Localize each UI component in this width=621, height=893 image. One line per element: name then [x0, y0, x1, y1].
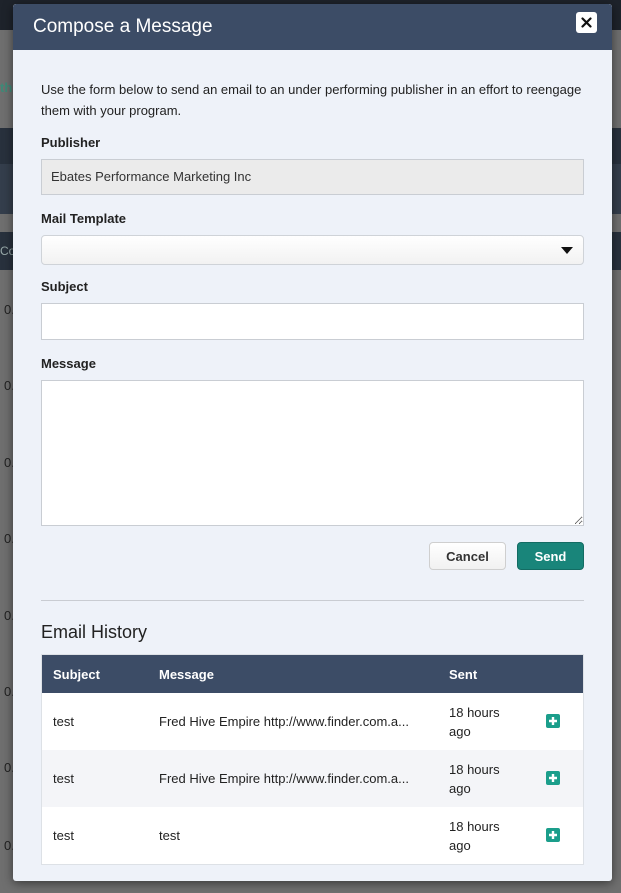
- modal-header: Compose a Message: [13, 4, 612, 50]
- email-history-title: Email History: [41, 622, 148, 642]
- row-subject: test: [41, 750, 148, 807]
- subject-label: Subject: [41, 279, 88, 294]
- row-sent: 18 hours ago: [438, 807, 535, 865]
- row-actions: [535, 750, 584, 807]
- column-header-sent: Sent: [438, 654, 535, 693]
- subject-input[interactable]: [41, 303, 584, 340]
- row-actions: [535, 693, 584, 750]
- row-message-text: Fred Hive Empire http://www.finder.com.a…: [159, 771, 409, 786]
- plus-icon[interactable]: [546, 771, 560, 785]
- publisher-field: Ebates Performance Marketing Inc: [41, 159, 584, 195]
- row-message-text: Fred Hive Empire http://www.finder.com.a…: [159, 714, 409, 729]
- column-header-subject: Subject: [41, 654, 148, 693]
- compose-message-modal: Compose a Message Use the form below to …: [13, 4, 612, 881]
- mail-template-label: Mail Template: [41, 211, 127, 226]
- message-textarea[interactable]: [41, 380, 584, 526]
- section-divider: [41, 600, 584, 601]
- row-sent: 18 hours ago: [438, 693, 535, 750]
- background-text-fragment: th: [0, 80, 13, 95]
- table-row: test Fred Hive Empire http://www.finder.…: [41, 750, 584, 807]
- modal-title: Compose a Message: [33, 16, 213, 37]
- column-header-actions: [535, 654, 584, 693]
- plus-icon[interactable]: [546, 714, 560, 728]
- row-subject: test: [41, 693, 148, 750]
- modal-body: Use the form below to send an email to a…: [13, 79, 612, 865]
- table-row: test test 18 hours ago: [41, 807, 584, 865]
- row-sent: 18 hours ago: [438, 750, 535, 807]
- intro-text: Use the form below to send an email to a…: [41, 82, 582, 118]
- mail-template-select[interactable]: [41, 235, 584, 265]
- close-button[interactable]: [576, 12, 597, 33]
- row-message: test: [148, 807, 438, 865]
- email-history-table: Subject Message Sent test Fred Hive Empi…: [41, 654, 584, 865]
- row-subject: test: [41, 807, 148, 865]
- cancel-button[interactable]: Cancel: [429, 542, 506, 570]
- row-message: Fred Hive Empire http://www.finder.com.a…: [148, 750, 438, 807]
- close-icon: [581, 17, 592, 28]
- message-label: Message: [41, 356, 96, 371]
- chevron-down-icon: [561, 247, 573, 254]
- table-row: test Fred Hive Empire http://www.finder.…: [41, 693, 584, 750]
- row-message-text: test: [159, 828, 180, 843]
- send-button[interactable]: Send: [517, 542, 584, 570]
- table-header-row: Subject Message Sent: [41, 654, 584, 693]
- plus-icon[interactable]: [546, 828, 560, 842]
- row-actions: [535, 807, 584, 865]
- row-message: Fred Hive Empire http://www.finder.com.a…: [148, 693, 438, 750]
- publisher-label: Publisher: [41, 135, 101, 150]
- column-header-message: Message: [148, 654, 438, 693]
- form-actions: Cancel Send: [41, 542, 584, 570]
